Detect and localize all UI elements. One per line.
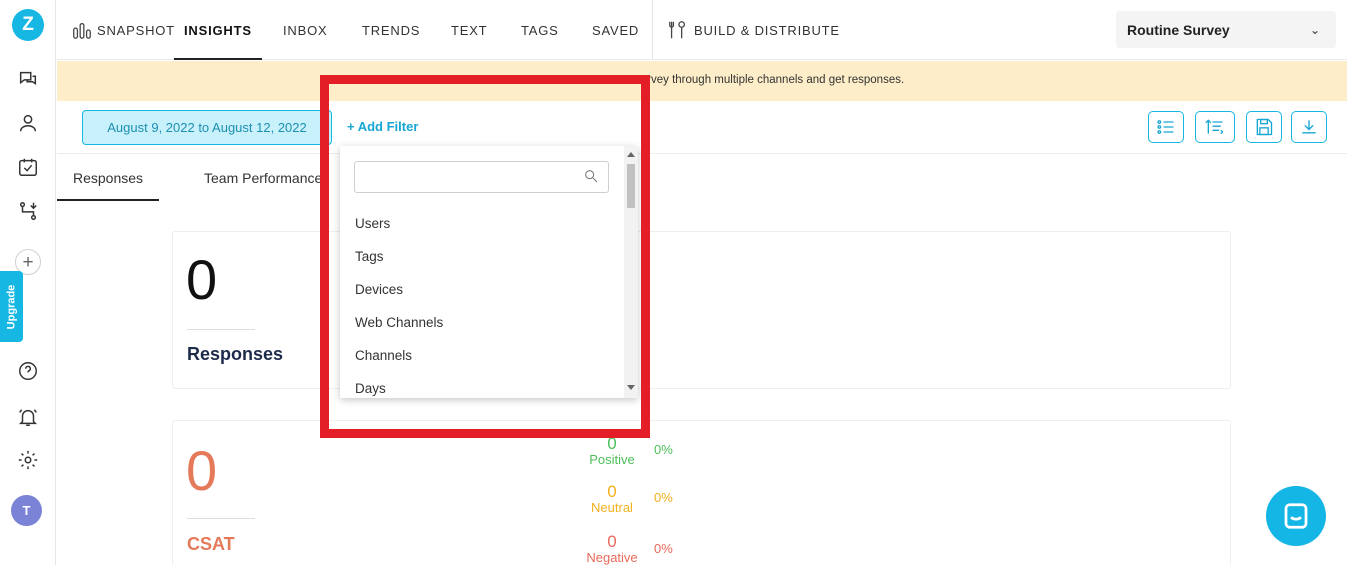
scrollbar-thumb[interactable] bbox=[627, 164, 635, 208]
filter-search-input[interactable] bbox=[354, 161, 609, 193]
add-filter-button[interactable]: + Add Filter bbox=[347, 119, 418, 134]
upgrade-label: Upgrade bbox=[5, 284, 18, 329]
metric-positive: 0 Positive bbox=[567, 435, 657, 467]
tab-responses[interactable]: Responses bbox=[56, 154, 160, 201]
responses-count: 0 bbox=[186, 248, 218, 311]
filter-option-web-channels[interactable]: Web Channels bbox=[355, 315, 443, 330]
download-button[interactable] bbox=[1291, 111, 1327, 143]
help-icon[interactable] bbox=[15, 358, 41, 384]
filter-option-devices[interactable]: Devices bbox=[355, 282, 403, 297]
csat-card: 0 CSAT 0 Positive 0% 0 Neutral 0% 0 Nega… bbox=[172, 420, 1231, 565]
chat-icon bbox=[1284, 503, 1308, 529]
banner-text: r survey through multiple channels and g… bbox=[628, 74, 905, 86]
chat-launcher-button[interactable] bbox=[1266, 486, 1326, 546]
save-icon bbox=[1256, 118, 1273, 136]
chat-bubbles-icon[interactable] bbox=[15, 66, 41, 92]
divider bbox=[187, 518, 255, 519]
filter-option-days[interactable]: Days bbox=[355, 381, 386, 396]
nav-build-distribute[interactable]: BUILD & DISTRIBUTE bbox=[667, 0, 840, 60]
filter-dropdown: Users Tags Devices Web Channels Channels… bbox=[340, 146, 638, 398]
metric-negative: 0 Negative bbox=[567, 533, 657, 565]
metric-label: Positive bbox=[589, 452, 635, 467]
app-root: Z + Upgrade T SNAPSHOT INSIGHTS INBOX TR… bbox=[0, 0, 1347, 565]
responses-card: 0 Responses bbox=[172, 231, 1231, 389]
info-banner: r survey through multiple channels and g… bbox=[57, 61, 1347, 101]
sort-button[interactable] bbox=[1195, 111, 1235, 143]
responses-label: Responses bbox=[187, 344, 284, 364]
divider bbox=[187, 329, 255, 330]
nav-divider bbox=[652, 0, 653, 60]
nav-snapshot[interactable]: SNAPSHOT bbox=[71, 0, 175, 60]
metric-value: 0 bbox=[607, 532, 617, 551]
metric-percent: 0% bbox=[654, 490, 673, 505]
date-range-picker[interactable]: August 9, 2022 to August 12, 2022 bbox=[82, 110, 332, 145]
tab-team-performance[interactable]: Team Performance bbox=[204, 154, 322, 201]
top-nav: SNAPSHOT INSIGHTS INBOX TRENDS TEXT TAGS… bbox=[57, 0, 1347, 60]
download-icon bbox=[1302, 120, 1316, 134]
bar-chart-icon bbox=[71, 19, 93, 41]
save-button[interactable] bbox=[1246, 111, 1282, 143]
metric-label: Negative bbox=[586, 550, 638, 565]
list-icon bbox=[1157, 120, 1174, 134]
metric-label: Neutral bbox=[591, 500, 633, 515]
nav-inbox[interactable]: INBOX bbox=[283, 0, 327, 60]
list-view-button[interactable] bbox=[1148, 111, 1184, 143]
filter-option-tags[interactable]: Tags bbox=[355, 249, 384, 264]
nav-text[interactable]: TEXT bbox=[451, 0, 487, 60]
workflow-icon[interactable] bbox=[15, 198, 41, 224]
gear-icon[interactable] bbox=[15, 447, 41, 473]
bell-icon[interactable] bbox=[15, 404, 41, 430]
user-icon[interactable] bbox=[15, 110, 41, 136]
nav-tags[interactable]: TAGS bbox=[521, 0, 559, 60]
metric-percent: 0% bbox=[654, 442, 673, 457]
scroll-down-icon[interactable] bbox=[627, 385, 635, 390]
calendar-check-icon[interactable] bbox=[15, 154, 41, 180]
avatar[interactable]: T bbox=[11, 495, 42, 526]
survey-select-value: Routine Survey bbox=[1127, 21, 1230, 38]
sort-icon bbox=[1205, 119, 1224, 135]
scroll-up-icon[interactable] bbox=[627, 152, 635, 157]
left-rail: Z + Upgrade T bbox=[0, 0, 56, 565]
tools-icon bbox=[667, 19, 689, 41]
chevron-down-icon: ⌄ bbox=[1309, 22, 1320, 37]
dropdown-scrollbar[interactable] bbox=[624, 146, 638, 398]
csat-label: CSAT bbox=[187, 534, 235, 554]
filter-option-channels[interactable]: Channels bbox=[355, 348, 412, 363]
search-icon bbox=[583, 168, 599, 184]
app-logo[interactable]: Z bbox=[12, 9, 44, 41]
upgrade-button[interactable]: Upgrade bbox=[0, 271, 23, 342]
metric-percent: 0% bbox=[654, 541, 673, 556]
metric-value: 0 bbox=[607, 482, 617, 501]
nav-insights[interactable]: INSIGHTS bbox=[174, 0, 262, 60]
nav-build-distribute-label: BUILD & DISTRIBUTE bbox=[694, 22, 840, 38]
metric-neutral: 0 Neutral bbox=[567, 483, 657, 515]
metric-value: 0 bbox=[607, 434, 617, 453]
nav-saved[interactable]: SAVED bbox=[592, 0, 639, 60]
csat-score: 0 bbox=[186, 439, 218, 502]
survey-select[interactable]: Routine Survey ⌄ bbox=[1116, 11, 1336, 48]
nav-snapshot-label: SNAPSHOT bbox=[97, 22, 175, 38]
nav-trends[interactable]: TRENDS bbox=[362, 0, 420, 60]
filter-toolbar: August 9, 2022 to August 12, 2022 + Add … bbox=[57, 101, 1347, 154]
filter-option-users[interactable]: Users bbox=[355, 216, 390, 231]
